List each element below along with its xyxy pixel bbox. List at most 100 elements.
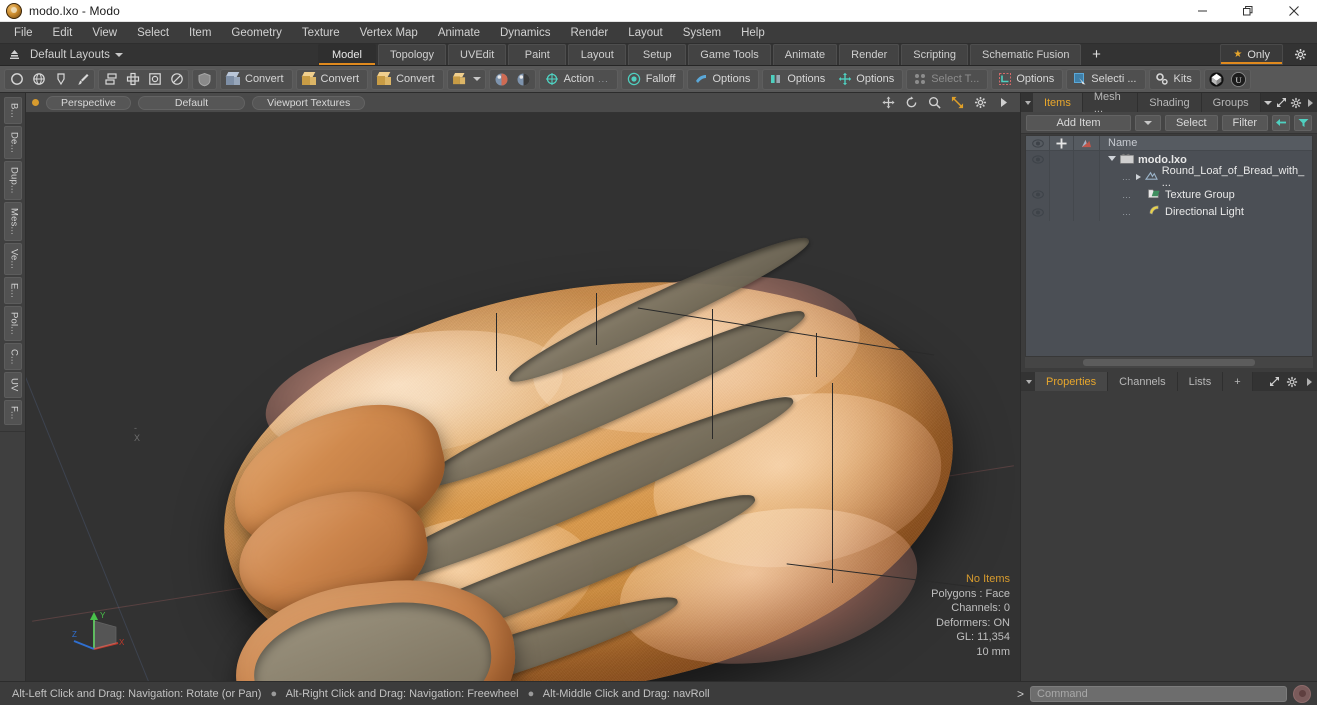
options-button-3[interactable]: Options <box>833 70 901 89</box>
properties-collapse-arrow-icon[interactable] <box>1023 372 1035 391</box>
command-input[interactable] <box>1030 685 1287 702</box>
row-move-cell[interactable] <box>1050 186 1074 204</box>
row-visibility-toggle[interactable] <box>1026 203 1050 221</box>
layout-settings-gear-icon[interactable] <box>1287 44 1313 65</box>
unreal-icon[interactable]: U <box>1228 70 1249 89</box>
rail-tab-deform[interactable]: De... <box>3 126 22 160</box>
convert-button-2[interactable]: Convert <box>298 70 367 89</box>
table-row[interactable]: … Round_Loaf_of_Bread_with_ ... <box>1026 165 1312 189</box>
brush-icon[interactable] <box>72 70 93 89</box>
tab-uvedit[interactable]: UVEdit <box>448 44 507 65</box>
select-through-button[interactable]: Select T... <box>908 70 986 89</box>
rail-tab-fusion[interactable]: F... <box>3 399 22 426</box>
row-visibility-toggle[interactable] <box>1026 168 1050 186</box>
expand-icon[interactable] <box>1266 372 1283 391</box>
shield-icon[interactable] <box>194 70 215 89</box>
display-mode-dropdown[interactable]: Viewport Textures <box>252 95 366 110</box>
kits-button[interactable]: Kits <box>1151 70 1199 89</box>
arrow-left-icon[interactable] <box>1272 114 1290 131</box>
shading-dropdown[interactable]: Default <box>137 95 246 110</box>
material-ball-icon-1[interactable] <box>491 70 512 89</box>
tab-game-tools[interactable]: Game Tools <box>688 44 771 65</box>
rail-tab-uv[interactable]: UV <box>3 372 22 398</box>
row-visibility-toggle[interactable] <box>1026 151 1050 169</box>
row-move-cell[interactable] <box>1050 151 1074 169</box>
menu-file[interactable]: File <box>4 22 43 44</box>
convert-dropdown-caret-icon[interactable] <box>471 70 484 89</box>
options-button-2[interactable]: Options <box>764 70 832 89</box>
row-visibility-toggle[interactable] <box>1026 186 1050 204</box>
gear-icon[interactable] <box>1283 372 1300 391</box>
action-center-button[interactable]: Action ... <box>541 70 616 89</box>
pen-icon[interactable] <box>50 70 71 89</box>
tab-properties[interactable]: Properties <box>1035 372 1109 391</box>
viewport-3d[interactable]: -X -Z <box>26 113 1020 681</box>
menu-dynamics[interactable]: Dynamics <box>490 22 560 44</box>
tab-paint[interactable]: Paint <box>508 44 567 65</box>
tab-model[interactable]: Model <box>318 44 376 65</box>
gear-icon[interactable] <box>973 96 987 110</box>
globe-icon[interactable] <box>28 70 49 89</box>
array-icon[interactable] <box>122 70 143 89</box>
menu-system[interactable]: System <box>673 22 731 44</box>
filter-button[interactable]: Filter <box>1221 114 1268 131</box>
tab-channels[interactable]: Channels <box>1108 372 1178 391</box>
center-icon[interactable] <box>144 70 165 89</box>
items-tree-horizontal-scrollbar[interactable] <box>1025 357 1313 368</box>
layers-icon[interactable] <box>100 70 121 89</box>
add-item-button[interactable]: Add Item <box>1026 114 1131 131</box>
minimize-icon[interactable] <box>1179 0 1225 22</box>
only-toggle-button[interactable]: ★ Only <box>1220 44 1283 65</box>
pan-icon[interactable] <box>881 96 895 110</box>
menu-texture[interactable]: Texture <box>292 22 350 44</box>
rail-tab-edge[interactable]: E... <box>3 276 22 304</box>
menu-item[interactable]: Item <box>179 22 221 44</box>
rail-tab-curve[interactable]: C... <box>3 342 22 371</box>
row-render-cell[interactable] <box>1074 168 1100 186</box>
add-item-dropdown[interactable] <box>1134 114 1161 131</box>
convert-preset-button[interactable] <box>449 70 470 89</box>
row-name-cell[interactable]: … Round_Loaf_of_Bread_with_ ... <box>1100 165 1312 189</box>
panel-collapse-arrow-icon[interactable] <box>1023 93 1033 112</box>
arrow-right-icon[interactable] <box>1303 93 1317 112</box>
row-name-cell[interactable]: … Directional Light <box>1100 205 1312 219</box>
menu-edit[interactable]: Edit <box>43 22 83 44</box>
rail-tab-basic[interactable]: B... <box>3 97 22 125</box>
row-render-cell[interactable] <box>1074 186 1100 204</box>
close-icon[interactable] <box>1271 0 1317 22</box>
camera-dropdown[interactable]: Perspective <box>46 95 131 110</box>
slice-icon[interactable] <box>166 70 187 89</box>
menu-render[interactable]: Render <box>560 22 618 44</box>
modo-ball-icon[interactable] <box>1206 70 1227 89</box>
select-button[interactable]: Select <box>1164 114 1218 131</box>
record-icon[interactable] <box>1293 684 1311 703</box>
expand-icon[interactable] <box>1275 93 1289 112</box>
menu-geometry[interactable]: Geometry <box>221 22 292 44</box>
menu-select[interactable]: Select <box>127 22 179 44</box>
row-render-cell[interactable] <box>1074 151 1100 169</box>
rail-tab-vertex[interactable]: Ve... <box>3 242 22 275</box>
zoom-icon[interactable] <box>927 96 941 110</box>
arrow-right-icon[interactable] <box>1300 372 1317 391</box>
falloff-button[interactable]: Falloff <box>623 70 683 89</box>
tab-render[interactable]: Render <box>839 44 900 65</box>
convert-button-1[interactable]: Convert <box>222 70 291 89</box>
options-button-4[interactable]: Options <box>993 70 1061 89</box>
table-row[interactable]: … Texture Group <box>1026 186 1312 204</box>
row-move-cell[interactable] <box>1050 203 1074 221</box>
chevron-down-icon[interactable] <box>1108 155 1116 164</box>
circle-icon[interactable] <box>6 70 27 89</box>
tab-lists[interactable]: Lists <box>1177 372 1224 391</box>
tab-groups[interactable]: Groups <box>1201 93 1261 112</box>
tab-mesh-ops[interactable]: Mesh ... <box>1082 91 1139 115</box>
chevron-right-icon[interactable] <box>1135 174 1141 181</box>
selection-set-button[interactable]: Selecti ... <box>1068 70 1143 89</box>
rail-tab-mesh[interactable]: Mes... <box>3 201 22 241</box>
menu-view[interactable]: View <box>82 22 127 44</box>
table-row[interactable]: … Directional Light <box>1026 203 1312 221</box>
options-button-1[interactable]: Options <box>689 70 757 89</box>
menu-vertex-map[interactable]: Vertex Map <box>350 22 428 44</box>
rail-tab-polygon[interactable]: Pol... <box>3 305 22 341</box>
scrollbar-thumb[interactable] <box>1082 359 1256 366</box>
restore-icon[interactable] <box>1225 0 1271 22</box>
